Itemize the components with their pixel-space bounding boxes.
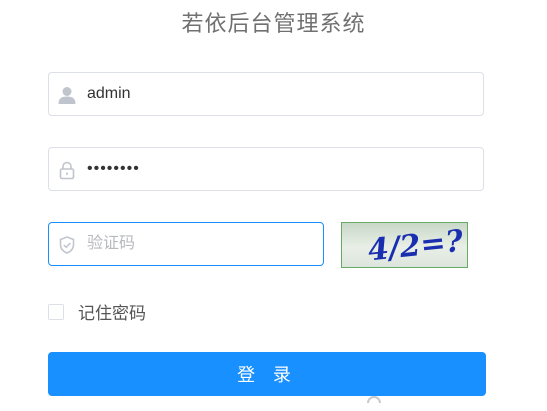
login-button[interactable]: 登 录 xyxy=(48,352,486,396)
remember-label: 记住密码 xyxy=(78,304,146,323)
user-icon xyxy=(57,85,77,105)
password-input[interactable] xyxy=(87,148,473,190)
shield-check-icon xyxy=(57,235,77,255)
remember-checkbox[interactable] xyxy=(48,303,64,320)
loading-icon xyxy=(364,392,384,406)
lock-icon xyxy=(57,160,77,180)
username-input[interactable] xyxy=(87,73,473,115)
captcha-input[interactable] xyxy=(87,223,313,265)
captcha-text: 4/2=? xyxy=(366,224,465,267)
captcha-image[interactable]: 4/2=? xyxy=(341,222,468,268)
remember-password[interactable]: 记住密码 xyxy=(48,299,146,324)
password-field[interactable] xyxy=(48,147,484,191)
username-field[interactable] xyxy=(48,72,484,116)
page-title: 若依后台管理系统 xyxy=(181,12,366,37)
captcha-field[interactable] xyxy=(48,222,324,266)
